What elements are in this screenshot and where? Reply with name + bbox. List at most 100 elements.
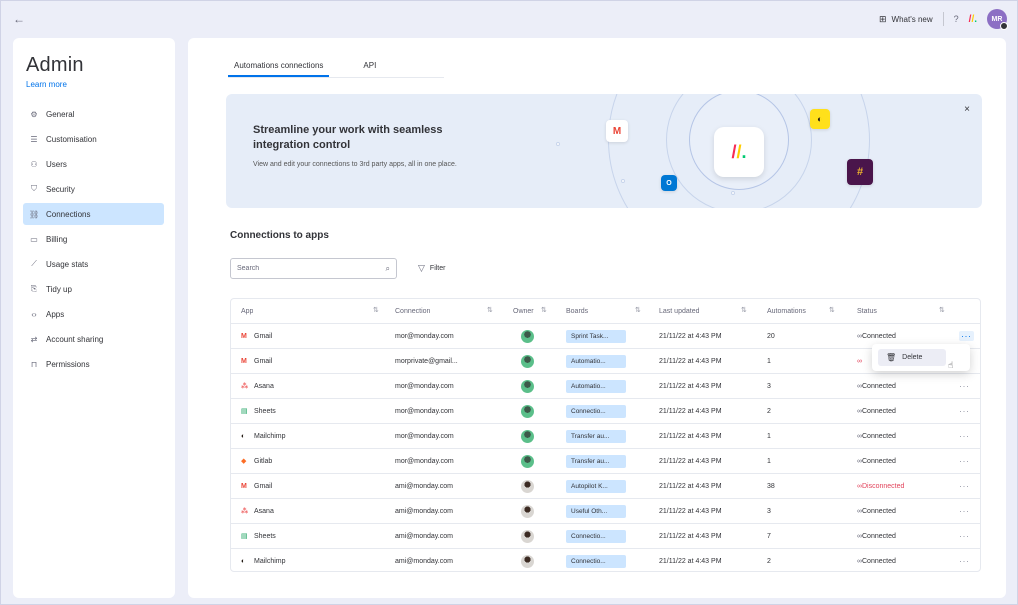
owner-avatar[interactable] (521, 429, 534, 443)
whats-new-button[interactable]: ⊞ What's new (879, 14, 933, 25)
search-input[interactable] (237, 265, 367, 272)
board-chip[interactable]: Transfer au... (566, 429, 626, 443)
header-owner[interactable]: Owner (513, 299, 534, 323)
owner-cell (521, 474, 534, 498)
search-icon: ⌕ (385, 263, 390, 273)
sidebar-item-general[interactable]: ⚙ General (26, 103, 162, 125)
gitlab-icon: ◆ (241, 458, 247, 465)
header-status[interactable]: Status (857, 299, 877, 323)
owner-avatar[interactable] (521, 454, 534, 468)
avatar[interactable]: MR (987, 9, 1008, 30)
owner-avatar[interactable] (521, 504, 534, 518)
board-chip[interactable]: Useful Oth... (566, 504, 626, 518)
sidebar-item-usage-stats[interactable]: ⟋ Usage stats (26, 253, 162, 275)
more-options-icon[interactable]: ··· (959, 331, 974, 341)
table-row[interactable]: ⁂ Asana ami@monday.com Useful Oth... 21/11/2… (231, 499, 980, 524)
owner-avatar[interactable] (521, 554, 534, 568)
app-name: Asana (254, 507, 274, 515)
owner-cell (521, 524, 534, 548)
sidebar-item-label: General (46, 109, 75, 119)
more-options-icon[interactable]: ··· (959, 431, 970, 441)
sort-icon[interactable]: ⇅ (541, 306, 547, 314)
divider (942, 12, 944, 26)
connection-cell: morprivate@gmail... (395, 357, 458, 365)
board-chip[interactable]: Automatio... (566, 379, 626, 393)
sidebar-item-customisation[interactable]: ☰ Customisation (26, 128, 162, 150)
owner-avatar[interactable] (521, 379, 534, 393)
board-chip[interactable]: Connectio... (566, 404, 626, 418)
page-title: Admin (26, 54, 84, 76)
row-menu-cell: ··· (959, 449, 970, 473)
sort-icon[interactable]: ⇅ (373, 306, 379, 314)
table-row[interactable]: ▤ Sheets mor@monday.com Connectio... 21/11/2… (231, 399, 980, 424)
app-name: Mailchimp (254, 557, 286, 565)
sidebar-item-apps[interactable]: ‹› Apps (26, 303, 162, 325)
board-chip[interactable]: Transfer au... (566, 454, 626, 468)
automations-count: 2 (767, 557, 771, 565)
mailchimp-icon: ◐ (241, 557, 246, 565)
sidebar-item-label: Customisation (46, 134, 97, 144)
sidebar-item-account-sharing[interactable]: ⇄ Account sharing (26, 328, 162, 350)
more-options-icon[interactable]: ··· (959, 481, 970, 491)
delete-menu-item[interactable]: 🗑 Delete (878, 349, 946, 366)
owner-avatar[interactable] (521, 354, 534, 368)
owner-avatar[interactable] (521, 404, 534, 418)
banner-description: View and edit your connections to 3rd pa… (253, 161, 457, 168)
connection-cell: mor@monday.com (395, 407, 454, 415)
arrow-left-icon[interactable]: ← (13, 12, 25, 26)
sort-icon[interactable]: ⇅ (487, 306, 493, 314)
table-row[interactable]: M Gmail mor@monday.com Sprint Task... 21/11/… (231, 324, 980, 349)
board-chip[interactable]: Connectio... (566, 554, 626, 568)
learn-more-link[interactable]: Learn more (26, 80, 162, 89)
header-connection[interactable]: Connection (395, 299, 430, 323)
owner-avatar[interactable] (521, 529, 534, 543)
table-row[interactable]: M Gmail ami@monday.com Autopilot K... 21/11/… (231, 474, 980, 499)
table-row[interactable]: M Gmail morprivate@gmail... Automatio... 21/… (231, 349, 980, 374)
table-row[interactable]: ◐ Mailchimp mor@monday.com Transfer au... 21… (231, 424, 980, 449)
owner-avatar[interactable] (521, 329, 534, 343)
table-row[interactable]: ◆ Gitlab mor@monday.com Transfer au... 21/11… (231, 449, 980, 474)
more-options-icon[interactable]: ··· (959, 381, 970, 391)
sidebar-item-permissions[interactable]: ⊓ Permissions (26, 353, 162, 375)
more-options-icon[interactable]: ··· (959, 406, 970, 416)
last-updated-cell: 21/11/22 at 4:43 PM (659, 332, 722, 340)
more-options-icon[interactable]: ··· (959, 531, 970, 541)
sort-icon[interactable]: ⇅ (829, 306, 835, 314)
sidebar-item-tidy-up[interactable]: ⎘ Tidy up (26, 278, 162, 300)
orbit-dot (556, 142, 560, 146)
owner-avatar[interactable] (521, 479, 534, 493)
help-button[interactable]: ? (954, 14, 959, 24)
header-automations[interactable]: Automations (767, 299, 806, 323)
more-options-icon[interactable]: ··· (959, 556, 970, 566)
header-boards[interactable]: Boards (566, 299, 588, 323)
close-icon[interactable]: × (964, 104, 970, 115)
table-row[interactable]: ⁂ Asana mor@monday.com Automatio... 21/11/22… (231, 374, 980, 399)
monday-logo[interactable]: //. (969, 14, 977, 25)
chart-icon: ⟋ (31, 259, 37, 268)
table-row[interactable]: ◐ Mailchimp ami@monday.com Connectio... 21/1… (231, 549, 980, 574)
last-updated-cell: 21/11/22 at 4:43 PM (659, 482, 722, 490)
sort-icon[interactable]: ⇅ (939, 306, 945, 314)
sidebar-item-label: Users (46, 159, 67, 169)
sidebar-item-users[interactable]: ⚇ Users (26, 153, 162, 175)
board-cell: Transfer au... (566, 449, 626, 473)
board-chip[interactable]: Connectio... (566, 529, 626, 543)
more-options-icon[interactable]: ··· (959, 456, 970, 466)
table-row[interactable]: ▤ Sheets ami@monday.com Connectio... 21/11/2… (231, 524, 980, 549)
more-options-icon[interactable]: ··· (959, 506, 970, 516)
header-app[interactable]: App (241, 299, 253, 323)
sidebar-item-connections[interactable]: ⛓ Connections (23, 203, 164, 225)
search-box[interactable]: ⌕ (230, 258, 397, 279)
sort-icon[interactable]: ⇅ (741, 306, 747, 314)
filter-button[interactable]: ▽ Filter (418, 263, 445, 274)
board-chip[interactable]: Automatio... (566, 354, 626, 368)
status-cell: ∞ Connected (857, 549, 896, 573)
header-last-updated[interactable]: Last updated (659, 299, 699, 323)
sidebar-item-security[interactable]: ⛉ Security (26, 178, 162, 200)
sidebar-item-billing[interactable]: ▭ Billing (26, 228, 162, 250)
board-chip[interactable]: Autopilot K... (566, 479, 626, 493)
tab-api[interactable]: API (357, 58, 382, 77)
sort-icon[interactable]: ⇅ (635, 306, 641, 314)
board-chip[interactable]: Sprint Task... (566, 329, 626, 343)
tab-automations-connections[interactable]: Automations connections (228, 58, 330, 77)
